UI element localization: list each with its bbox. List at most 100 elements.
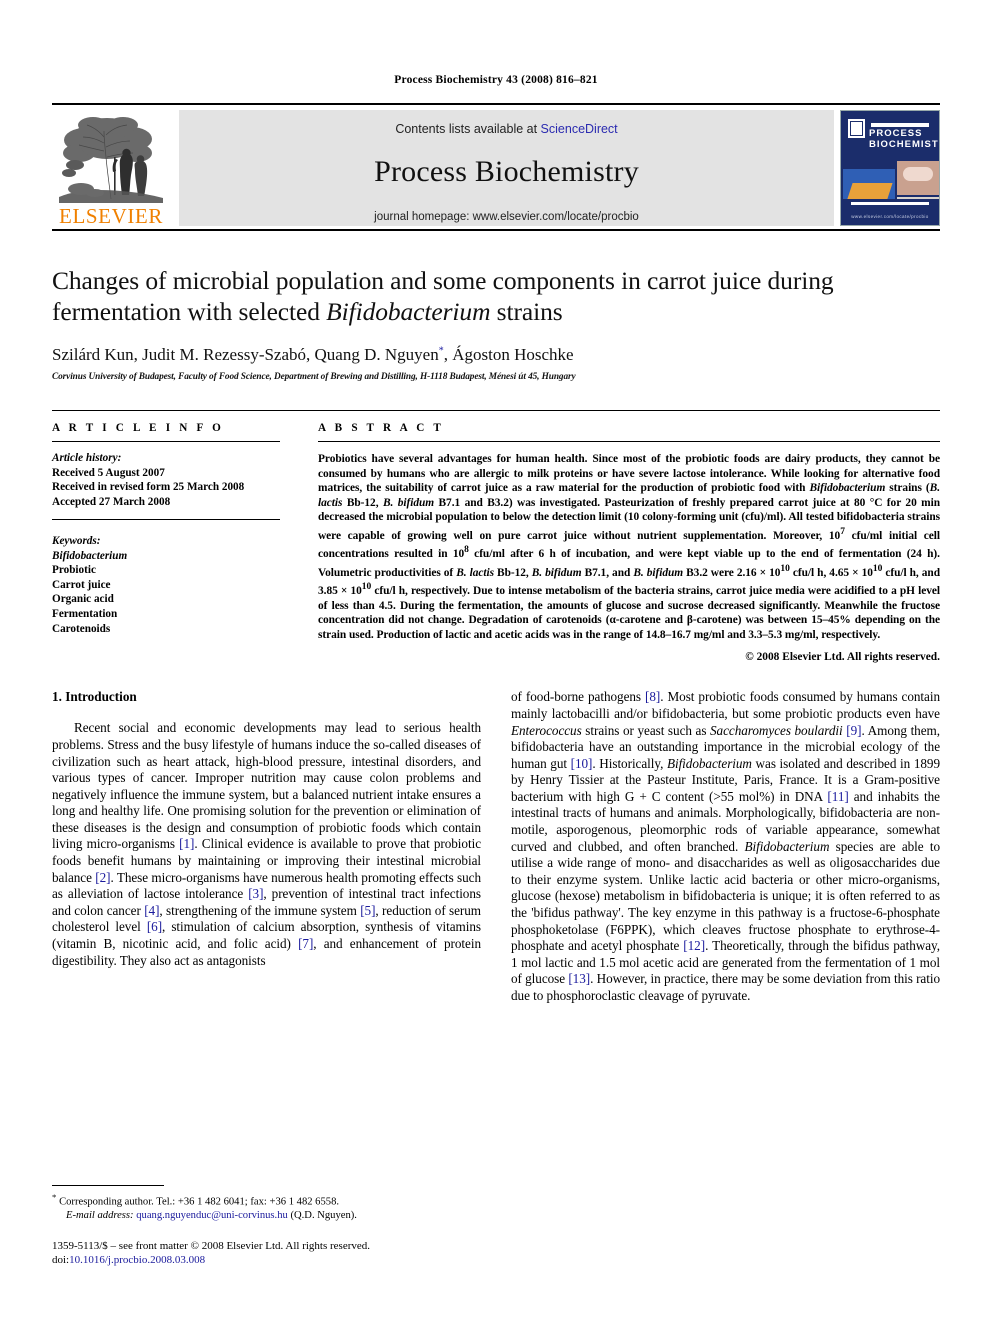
keyword-item: Bifidobacterium [52, 549, 128, 562]
journal-title: Process Biochemistry [374, 155, 639, 188]
para-taxon: Bifidobacterium [744, 838, 830, 854]
abstract-seg: cfu/l h, 4.65 × 10 [789, 566, 873, 579]
keywords-block: Keywords: Bifidobacterium Probiotic Carr… [52, 534, 280, 636]
elsevier-tree-icon [57, 113, 165, 205]
citation-link[interactable]: [9] [846, 723, 861, 738]
doi-line: doi:10.1016/j.procbio.2008.03.008 [52, 1253, 482, 1267]
history-item: Received in revised form 25 March 2008 [52, 481, 245, 493]
para-seg: . Historically, [592, 755, 667, 771]
para-seg: species are able to utilise a wide range… [511, 838, 940, 954]
keyword-item: Carrot juice [52, 578, 111, 591]
keywords-rule [52, 519, 280, 520]
history-item: Accepted 27 March 2008 [52, 495, 171, 508]
elsevier-wordmark: ELSEVIER [59, 204, 163, 228]
info-abstract-section: A R T I C L E I N F O Article history: R… [52, 410, 940, 663]
body-columns: 1. Introduction Recent social and econom… [52, 689, 940, 1004]
cover-bar-top [871, 123, 929, 127]
page-title: Changes of microbial population and some… [52, 265, 940, 327]
abstract-taxon: B. bifidum [531, 566, 582, 579]
citation-link[interactable]: [8] [645, 689, 660, 704]
journal-masthead: ELSEVIER Contents lists available at Sci… [52, 103, 940, 231]
email-suffix: (Q.D. Nguyen). [287, 1209, 357, 1221]
running-head: Process Biochemistry 43 (2008) 816–821 [394, 74, 598, 86]
history-item: Received 5 August 2007 [52, 466, 165, 479]
title-line-2-suffix: strains [490, 297, 563, 326]
para-taxon: Enterococcus [511, 722, 582, 738]
para-taxon: Saccharomyces boulardii [710, 722, 843, 738]
intro-paragraph-left: Recent social and economic developments … [52, 720, 481, 969]
body-column-right: of food-borne pathogens [8]. Most probio… [511, 689, 940, 1004]
abstract-seg: strains ( [885, 482, 930, 495]
title-taxon: Bifidobacterium [326, 297, 491, 326]
journal-banner: Contents lists available at ScienceDirec… [179, 110, 834, 226]
keyword-item: Probiotic [52, 564, 96, 577]
corresponding-author-note: * Corresponding author. Tel.: +36 1 482 … [52, 1191, 482, 1222]
abstract-taxon: B. bifidum [382, 496, 435, 509]
para-seg: strains or yeast such as [581, 722, 711, 738]
para-taxon: Bifidobacterium [666, 755, 752, 771]
elsevier-logo: ELSEVIER [52, 109, 170, 227]
keyword-item: Organic acid [52, 593, 114, 606]
intro-paragraph-right: of food-borne pathogens [8]. Most probio… [511, 689, 940, 1004]
abstract-taxon: Bifidobacterium [809, 482, 886, 495]
citation-link[interactable]: [4] [144, 903, 159, 918]
abstract-column: A B S T R A C T Probiotics have several … [318, 422, 940, 663]
corresponding-author-text: Corresponding author. Tel.: +36 1 482 60… [56, 1196, 340, 1208]
abstract-text: Probiotics have several advantages for h… [318, 452, 940, 642]
abstract-seg: Bb-12, [342, 496, 383, 509]
cover-title: PROCESS BIOCHEMISTRY [869, 128, 939, 150]
article-history: Article history: Received 5 August 2007 … [52, 451, 280, 509]
email-label: E-mail address: [66, 1209, 134, 1221]
citation-link[interactable]: [11] [827, 789, 848, 804]
citation-link[interactable]: [3] [248, 886, 263, 901]
citation-link[interactable]: [12] [683, 938, 705, 953]
keyword-item: Fermentation [52, 607, 118, 620]
abstract-taxon: B. bifidum [633, 566, 684, 579]
journal-homepage-link[interactable]: journal homepage: www.elsevier.com/locat… [374, 211, 639, 223]
citation-link[interactable]: [7] [298, 936, 313, 951]
cover-photo-pipette [897, 161, 939, 195]
section-heading-introduction: 1. Introduction [52, 689, 137, 705]
journal-cover-thumbnail[interactable]: PROCESS BIOCHEMISTRY www.elsevier.com/lo… [840, 110, 940, 226]
cover-publisher-icon [848, 119, 865, 138]
abstract-seg: B7.1, and [581, 566, 634, 579]
author-names: Szilárd Kun, Judit M. Rezessy-Szabó, Qua… [52, 345, 439, 364]
doi-label: doi: [52, 1254, 70, 1267]
citation-link[interactable]: [10] [571, 756, 593, 771]
issn-copyright-block: 1359-5113/$ – see front matter © 2008 El… [52, 1239, 482, 1267]
body-column-left: 1. Introduction Recent social and econom… [52, 689, 481, 1004]
sciencedirect-link[interactable]: ScienceDirect [541, 122, 618, 136]
contents-list-line: Contents lists available at ScienceDirec… [395, 122, 617, 136]
keyword-item: Carotenoids [52, 622, 111, 635]
para-seg: Recent social and economic developments … [52, 720, 481, 852]
abstract-rule [318, 441, 940, 442]
citation-link[interactable]: [5] [360, 903, 375, 918]
article-info-column: A R T I C L E I N F O Article history: R… [52, 422, 280, 663]
author-names-tail: , Ágoston Hoschke [443, 345, 574, 364]
abstract-exponent: 10 [872, 563, 883, 574]
contents-prefix: Contents lists available at [395, 122, 541, 136]
doi-link[interactable]: 10.1016/j.procbio.2008.03.008 [69, 1254, 205, 1266]
abstract-exponent: 10 [780, 563, 790, 574]
email-link[interactable]: quang.nguyenduc@uni-corvinus.hu [136, 1210, 288, 1221]
footnote-rule [52, 1185, 164, 1186]
para-seg: , strengthening of the immune system [159, 902, 361, 918]
footnote-area: * Corresponding author. Tel.: +36 1 482 … [52, 1185, 482, 1267]
abstract-seg: cfu/l h, respectively. Due to intense me… [318, 584, 941, 641]
citation-link[interactable]: [2] [95, 870, 110, 885]
keywords-list: Bifidobacterium Probiotic Carrot juice O… [52, 549, 280, 637]
affiliation: Corvinus University of Budapest, Faculty… [52, 372, 576, 382]
abstract-copyright: © 2008 Elsevier Ltd. All rights reserved… [745, 651, 940, 664]
article-page: Process Biochemistry 43 (2008) 816–821 E… [0, 0, 992, 1323]
article-info-heading: A R T I C L E I N F O [52, 422, 225, 434]
title-line-1: Changes of microbial population and some… [52, 266, 834, 295]
citation-link[interactable]: [6] [147, 919, 162, 934]
abstract-seg: Bb-12, [493, 566, 532, 579]
cover-footer-url: www.elsevier.com/locate/procbio [851, 214, 929, 219]
abstract-heading: A B S T R A C T [318, 422, 445, 434]
citation-link[interactable]: [13] [568, 971, 590, 986]
abstract-seg: B3.2 were 2.16 × 10 [683, 566, 781, 579]
para-seg: of food-borne pathogens [511, 689, 646, 705]
abstract-exponent: 10 [361, 582, 372, 593]
citation-link[interactable]: [1] [179, 836, 194, 851]
